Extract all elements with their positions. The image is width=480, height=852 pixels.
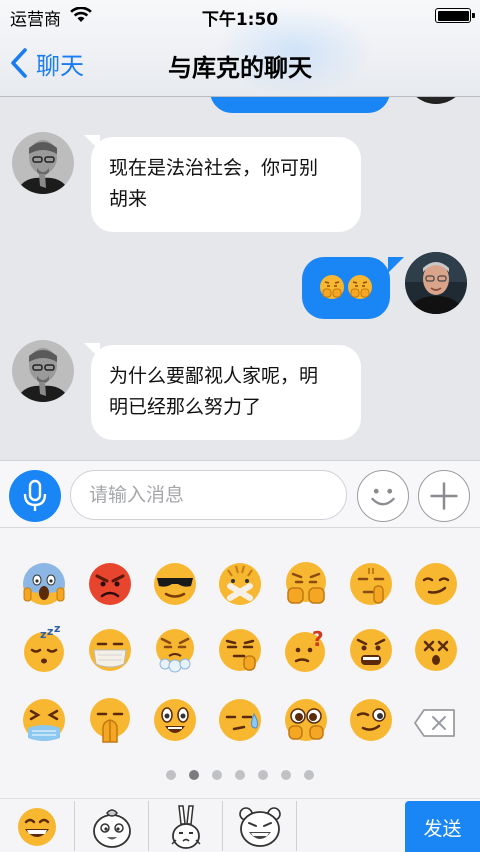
chat-area[interactable]: 现在是法治社会，你可别 胡来 为什么要鄙视人家呢，明 明已经那么努力了 [0,97,480,460]
svg-text:z: z [40,628,46,641]
fist-face-emoji[interactable] [282,560,330,608]
emoji-panel: z z z ? [0,528,480,798]
message-text: 为什么要鄙视人家呢，明 [109,365,319,387]
praying-emoji[interactable] [86,696,134,744]
wink-emoji[interactable] [347,696,395,744]
tab-classic-emoji[interactable] [0,801,74,852]
grin-emoji-icon [18,808,56,846]
mask-emoji[interactable] [86,626,134,674]
emoji-category-bar: 发送 [0,798,480,852]
dizzy-emoji[interactable] [412,626,460,674]
sleeping-emoji[interactable]: z z z [20,626,68,674]
fearful-emoji[interactable] [347,626,395,674]
smiley-icon [371,488,395,506]
backspace-icon[interactable] [413,708,457,738]
message-input[interactable] [70,470,347,520]
confused-emoji[interactable]: ? [282,626,330,674]
voice-button[interactable] [9,470,61,522]
angry-red-emoji[interactable] [86,560,134,608]
page-dot[interactable] [258,770,268,780]
top-bar: 运营商 下午1:50 聊天 与库克的聊天 [0,0,480,97]
avatar-cook[interactable] [405,252,467,314]
pleading-emoji[interactable] [282,696,330,744]
message-bubble-received[interactable]: 现在是法治社会，你可别 胡来 [91,137,361,232]
message-bubble-received[interactable]: 为什么要鄙视人家呢，明 明已经那么努力了 [91,345,361,440]
tab-bear-sticker[interactable] [223,801,297,852]
tab-bunny-sticker[interactable] [149,801,223,852]
page-dot-active[interactable] [189,770,199,780]
emoji-toggle-button[interactable] [357,470,409,522]
sunglasses-emoji[interactable] [151,560,199,608]
page-title: 与库克的聊天 [168,54,312,82]
weary-cold-emoji[interactable] [20,696,68,744]
sweat-emoji[interactable] [216,696,264,744]
page-dot[interactable] [166,770,176,780]
smirk-emoji[interactable] [412,560,460,608]
avatar-jobs[interactable] [12,132,74,194]
bunny-sticker-icon [171,805,201,849]
chick-sticker-icon [93,809,131,848]
page-dot[interactable] [212,770,222,780]
bear-sticker-icon [239,807,281,847]
message-text: 现在是法治社会，你可别 [109,157,319,179]
shush-emoji[interactable] [347,560,395,608]
starry-eyed-emoji[interactable] [151,696,199,744]
crying-steam-emoji[interactable] [151,626,199,674]
bubble-tail [388,257,404,273]
page-dot[interactable] [304,770,314,780]
svg-text:z: z [54,626,60,635]
more-button[interactable] [418,470,470,522]
avatar-jobs[interactable] [12,340,74,402]
plus-icon [430,482,458,510]
message-bubble-sent[interactable] [302,257,390,319]
microphone-icon [23,479,47,511]
battery-icon [435,8,475,23]
status-bar: 运营商 下午1:50 [0,0,480,30]
svg-text:z: z [47,626,53,638]
fist-face-emoji [320,275,344,299]
svg-text:?: ? [312,627,324,651]
thinking-emoji[interactable] [216,626,264,674]
page-dot[interactable] [281,770,291,780]
fist-face-emoji [348,275,372,299]
tab-divider [296,801,297,851]
send-button[interactable]: 发送 [405,801,480,852]
nav-bar: 聊天 与库克的聊天 [0,30,480,96]
previous-avatar [405,97,467,104]
scream-emoji[interactable] [20,560,68,608]
message-text: 明已经那么努力了 [109,396,262,418]
mouth-taped-emoji[interactable] [216,560,264,608]
message-text: 胡来 [109,188,148,210]
previous-message-bubble [210,97,390,113]
page-dot[interactable] [235,770,245,780]
tab-chick-sticker[interactable] [75,801,149,852]
input-bar [0,460,480,528]
page-indicator [0,770,480,784]
status-time: 下午1:50 [201,10,279,30]
